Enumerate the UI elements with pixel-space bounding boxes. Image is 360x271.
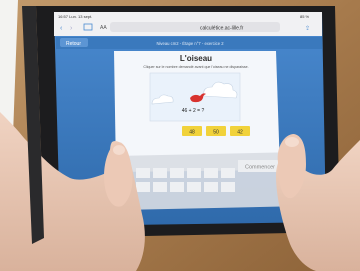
exercise-title: L'oiseau <box>180 54 212 63</box>
keypad-key[interactable] <box>170 182 184 192</box>
keypad-key[interactable] <box>221 182 235 192</box>
answer-label-1: 48 <box>189 130 195 136</box>
right-thumbnail <box>285 137 299 147</box>
keypad-key[interactable] <box>187 168 201 178</box>
keypad-key[interactable] <box>153 168 167 178</box>
keypad-key[interactable] <box>136 168 150 178</box>
answer-label-3: 42 <box>237 130 243 136</box>
left-thumbnail <box>113 145 125 155</box>
keypad-key[interactable] <box>204 168 218 178</box>
answer-label-2: 50 <box>213 130 219 136</box>
exercise-instruction: Cliquer sur le nombre demandé avant que … <box>143 65 248 69</box>
question-text: 46 + 2 = ? <box>182 108 205 114</box>
breadcrumb: Niveau cm2 - Étape n°7 - exercice 2 <box>156 41 224 46</box>
address-bar[interactable] <box>110 22 280 32</box>
keypad-key[interactable] <box>221 168 235 178</box>
back-button-label: Retour <box>66 41 81 47</box>
share-icon[interactable]: ⇪ <box>305 25 310 32</box>
status-time: 16:57 Lun. 13 sept. <box>58 14 92 19</box>
keypad-key[interactable] <box>204 182 218 192</box>
url-text: calculétice.ac-lille.fr <box>200 26 244 32</box>
keypad-key[interactable] <box>187 182 201 192</box>
keypad-key[interactable] <box>170 168 184 178</box>
photo-scene: 16:57 Lun. 13 sept. 85 % AA calculétice.… <box>0 0 360 271</box>
battery-label: 85 % <box>300 14 310 19</box>
text-size-button[interactable]: AA <box>100 25 107 31</box>
keypad-key[interactable] <box>153 182 167 192</box>
keypad-key[interactable] <box>136 182 150 192</box>
start-button-label: Commencer <box>245 165 275 171</box>
